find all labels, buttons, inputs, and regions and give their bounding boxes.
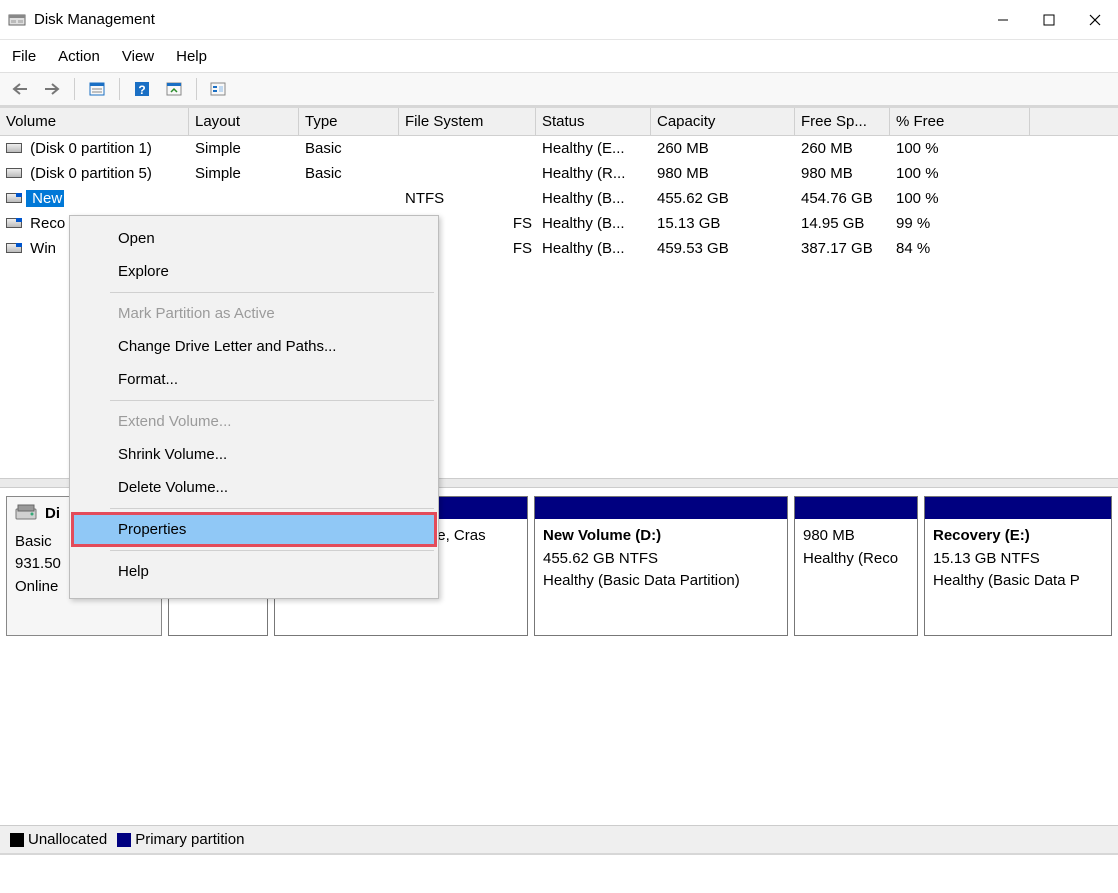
volume-status: Healthy (B...	[536, 190, 651, 207]
volume-filesystem: NTFS	[399, 190, 536, 207]
show-hide-tree-button[interactable]	[83, 76, 111, 102]
volume-freespace: 14.95 GB	[795, 215, 890, 232]
col-pctfree[interactable]: % Free	[890, 108, 1030, 135]
volume-row[interactable]: New NTFSHealthy (B...455.62 GB454.76 GB10…	[0, 186, 1118, 211]
volume-status: Healthy (R...	[536, 165, 651, 182]
volume-freespace: 387.17 GB	[795, 240, 890, 257]
volume-row[interactable]: (Disk 0 partition 5) SimpleBasic Healthy (…	[0, 161, 1118, 186]
volume-icon	[6, 243, 22, 253]
window-title: Disk Management	[34, 11, 155, 28]
col-layout[interactable]: Layout	[189, 108, 299, 135]
volume-pctfree: 84 %	[890, 240, 1030, 257]
volume-status: Healthy (B...	[536, 240, 651, 257]
volume-name: Reco	[26, 215, 65, 232]
volume-name: New	[26, 190, 64, 207]
volume-name: Win	[26, 240, 56, 257]
titlebar: Disk Management	[0, 0, 1118, 40]
partition-title: Recovery (E:)	[933, 525, 1103, 548]
volume-type: Basic	[299, 165, 399, 182]
context-item-open[interactable]: Open	[70, 222, 438, 255]
volume-capacity: 455.62 GB	[651, 190, 795, 207]
volume-pctfree: 100 %	[890, 190, 1030, 207]
back-button[interactable]	[6, 76, 34, 102]
context-item-properties[interactable]: Properties	[72, 513, 436, 546]
legend-unallocated-label: Unallocated	[28, 831, 107, 848]
context-item-explore[interactable]: Explore	[70, 255, 438, 288]
partition-box[interactable]: New Volume (D:)455.62 GB NTFSHealthy (Ba…	[534, 496, 788, 636]
settings-button[interactable]	[205, 76, 233, 102]
empty-area	[0, 660, 1118, 825]
toolbar: ?	[0, 72, 1118, 108]
menu-help[interactable]: Help	[176, 48, 207, 65]
window-controls	[980, 0, 1118, 40]
volume-name: (Disk 0 partition 5)	[26, 165, 152, 182]
volume-icon	[6, 168, 22, 178]
volume-layout: Simple	[189, 140, 299, 157]
menu-file[interactable]: File	[12, 48, 36, 65]
partition-title: New Volume (D:)	[543, 525, 779, 548]
volume-row[interactable]: (Disk 0 partition 1) SimpleBasic Healthy (…	[0, 136, 1118, 161]
col-freespace[interactable]: Free Sp...	[795, 108, 890, 135]
col-type[interactable]: Type	[299, 108, 399, 135]
col-volume[interactable]: Volume	[0, 108, 189, 135]
legend: Unallocated Primary partition	[0, 825, 1118, 855]
volume-capacity: 15.13 GB	[651, 215, 795, 232]
volume-status: Healthy (B...	[536, 215, 651, 232]
volume-type: Basic	[299, 140, 399, 157]
volume-status: Healthy (E...	[536, 140, 651, 157]
volume-freespace: 454.76 GB	[795, 190, 890, 207]
partition-size: 15.13 GB NTFS	[933, 548, 1103, 571]
partition-status: Healthy (Basic Data Partition)	[543, 570, 779, 593]
legend-swatch-unallocated	[10, 833, 24, 847]
menu-view[interactable]: View	[122, 48, 154, 65]
volume-pctfree: 100 %	[890, 140, 1030, 157]
context-item-shrink-volume[interactable]: Shrink Volume...	[70, 438, 438, 471]
context-item-change-drive-letter-and-paths[interactable]: Change Drive Letter and Paths...	[70, 330, 438, 363]
menu-action[interactable]: Action	[58, 48, 100, 65]
maximize-button[interactable]	[1026, 0, 1072, 40]
menubar: File Action View Help	[0, 40, 1118, 72]
volume-name: (Disk 0 partition 1)	[26, 140, 152, 157]
disk0-title: Di	[45, 503, 60, 526]
partition-status: Healthy (Reco	[803, 548, 909, 571]
volume-pctfree: 99 %	[890, 215, 1030, 232]
partition-box[interactable]: Recovery (E:)15.13 GB NTFSHealthy (Basic…	[924, 496, 1112, 636]
volume-capacity: 260 MB	[651, 140, 795, 157]
volume-freespace: 980 MB	[795, 165, 890, 182]
volume-freespace: 260 MB	[795, 140, 890, 157]
close-button[interactable]	[1072, 0, 1118, 40]
partition-size: 980 MB	[803, 525, 909, 548]
context-item-format[interactable]: Format...	[70, 363, 438, 396]
partition-size: 455.62 GB NTFS	[543, 548, 779, 571]
volume-icon	[6, 218, 22, 228]
context-menu: OpenExplore Mark Partition as ActiveChang…	[69, 215, 439, 599]
context-item-delete-volume[interactable]: Delete Volume...	[70, 471, 438, 504]
volume-icon	[6, 143, 22, 153]
col-capacity[interactable]: Capacity	[651, 108, 795, 135]
context-item-mark-partition-as-active: Mark Partition as Active	[70, 297, 438, 330]
svg-text:?: ?	[138, 83, 145, 97]
volume-pctfree: 100 %	[890, 165, 1030, 182]
legend-primary-label: Primary partition	[135, 831, 244, 848]
partition-status: Healthy (Basic Data P	[933, 570, 1103, 593]
volume-layout: Simple	[189, 165, 299, 182]
app-icon	[8, 11, 26, 29]
partition-box[interactable]: 980 MBHealthy (Reco	[794, 496, 918, 636]
legend-swatch-primary	[117, 833, 131, 847]
context-item-extend-volume: Extend Volume...	[70, 405, 438, 438]
volume-capacity: 980 MB	[651, 165, 795, 182]
minimize-button[interactable]	[980, 0, 1026, 40]
volume-list-header: Volume Layout Type File System Status Ca…	[0, 108, 1118, 136]
context-item-help[interactable]: Help	[70, 555, 438, 588]
col-filesystem[interactable]: File System	[399, 108, 536, 135]
volume-capacity: 459.53 GB	[651, 240, 795, 257]
refresh-button[interactable]	[160, 76, 188, 102]
volume-icon	[6, 193, 22, 203]
col-status[interactable]: Status	[536, 108, 651, 135]
forward-button[interactable]	[38, 76, 66, 102]
disk-drive-icon	[15, 503, 37, 531]
help-button[interactable]: ?	[128, 76, 156, 102]
